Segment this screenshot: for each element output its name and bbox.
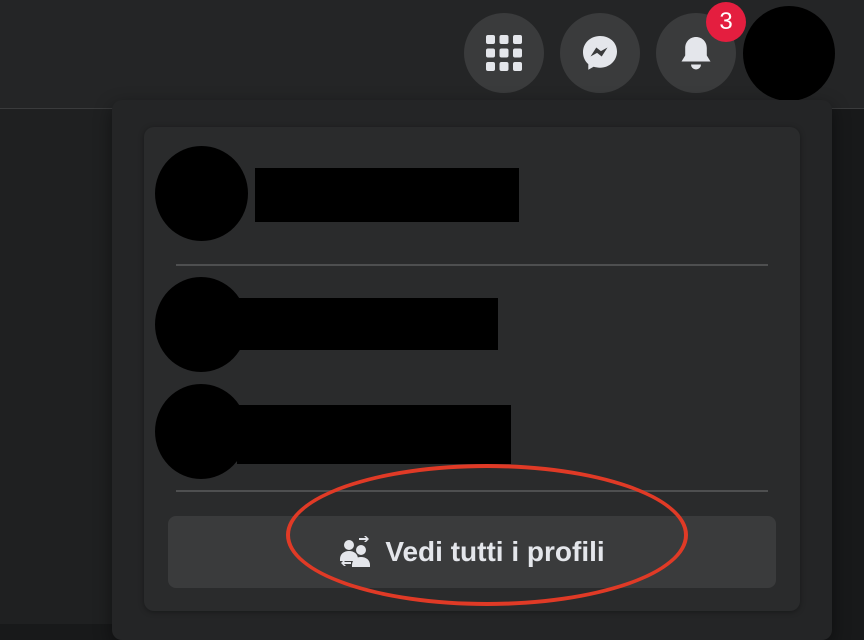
see-all-profiles-label: Vedi tutti i profili [385,536,605,567]
messenger-button[interactable] [560,13,640,93]
account-avatar[interactable] [743,6,835,101]
top-navigation-bar: 3 [0,0,864,109]
profile-avatar[interactable] [155,277,247,372]
menu-grid-icon [486,35,522,71]
notification-count-badge: 3 [706,2,746,42]
left-background-panel [0,109,112,624]
menu-button[interactable] [464,13,544,93]
profile-avatar[interactable] [155,384,247,479]
profiles-divider [176,490,768,492]
profiles-divider [176,264,768,266]
current-profile-name-redacted[interactable] [255,168,519,222]
see-all-profiles-button[interactable]: Vedi tutti i profili [168,516,776,588]
profile-name-redacted[interactable] [237,405,511,464]
switch-profiles-icon [340,536,371,567]
messenger-icon [583,36,617,70]
profile-name-redacted[interactable] [237,298,498,350]
current-profile-avatar[interactable] [155,146,248,241]
bell-icon [681,37,711,70]
